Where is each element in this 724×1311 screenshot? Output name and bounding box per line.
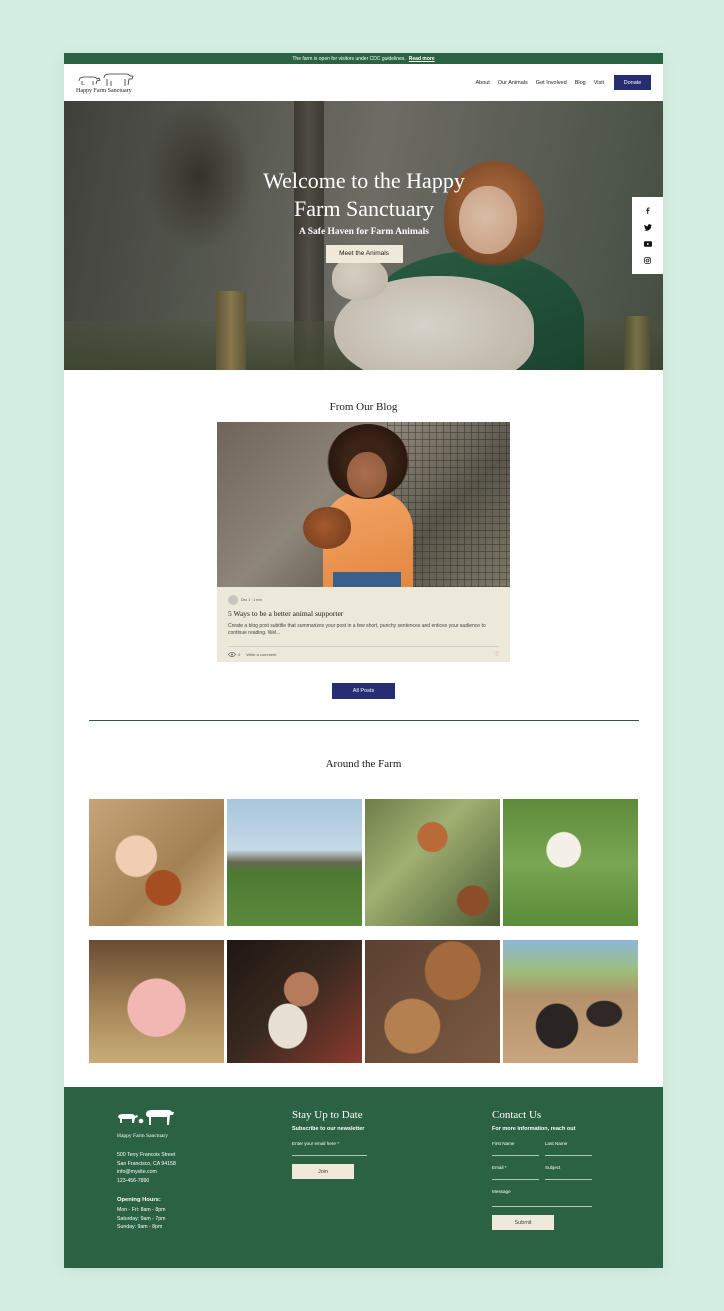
nav-blog[interactable]: Blog [575,80,586,86]
newsletter-column: Stay Up to Date Subscribe to our newslet… [292,1109,367,1179]
nav-visit[interactable]: Visit [594,80,604,86]
join-button[interactable]: Join [292,1164,354,1179]
last-name-input[interactable] [545,1155,592,1156]
gallery-image-girl-with-hen[interactable] [89,799,224,926]
facebook-icon[interactable] [644,207,651,214]
views-eye-icon [228,652,236,657]
hours-weekdays: Mon - Fri: 8am - 8pm [117,1207,166,1213]
twitter-icon[interactable] [643,224,652,231]
gallery-image-cow-and-calf[interactable] [365,940,500,1063]
hero-subtitle: A Safe Haven for Farm Animals [299,227,429,237]
hero-section: Welcome to the Happy Farm Sanctuary A Sa… [64,101,663,370]
gallery-image-pig[interactable] [89,940,224,1063]
author-row: Dec 1 · 1 min [228,595,499,605]
site-header: Happy Farm Sanctuary About Our Animals G… [64,64,663,101]
hero-title-line2: Farm Sanctuary [294,196,434,221]
newsletter-email-input[interactable] [292,1155,367,1156]
gallery-image-pigs-resting[interactable] [503,940,638,1063]
message-label: Message [492,1189,511,1194]
newsletter-email-label: Enter your email here * [292,1141,339,1146]
site-footer: Happy Farm Sanctuary 500 Terry Francois … [64,1087,663,1268]
youtube-icon[interactable] [643,241,652,247]
announcement-bar: The farm is open for visitors under CDC … [64,53,663,64]
announcement-text: The farm is open for visitors under CDC … [292,55,406,62]
nav-about[interactable]: About [475,80,489,86]
email-input[interactable] [492,1179,539,1180]
footer-city: San Francisco, CA 94158 [117,1160,176,1167]
hero-title: Welcome to the Happy Farm Sanctuary [219,167,509,223]
footer-phone: 123-456-7890 [117,1177,150,1184]
gallery-image-leaping-lamb[interactable] [503,799,638,926]
blog-image-jeans [333,572,401,587]
blog-post-image[interactable] [217,422,510,587]
farm-section-title: Around the Farm [325,758,402,770]
author-avatar[interactable] [228,595,238,605]
donate-button[interactable]: Donate [614,75,651,90]
footer-email-link[interactable]: info@mysite.com [117,1168,176,1177]
gallery-image-hens-on-fence[interactable] [365,799,500,926]
opening-hours-title: Opening Hours: [117,1197,161,1203]
site-page: The farm is open for visitors under CDC … [64,53,663,1268]
gallery-image-horse-in-field[interactable] [227,799,362,926]
blog-post-body: Dec 1 · 1 min 5 Ways to be a better anim… [217,587,510,662]
footer-info-column: Happy Farm Sanctuary 500 Terry Francois … [117,1109,176,1232]
section-divider [89,720,639,721]
nav-get-involved[interactable]: Get Involved [536,80,567,86]
blog-section-title: From Our Blog [329,401,398,413]
post-footer: 0 Write a comment ♡ [228,646,499,658]
contact-column: Contact Us For more information, reach o… [492,1109,592,1230]
first-name-input[interactable] [492,1155,539,1156]
all-posts-button[interactable]: All Posts [332,683,395,699]
footer-address: 500 Terry Francois Street San Francisco,… [117,1151,176,1185]
post-meta: Dec 1 · 1 min [241,598,262,602]
nav-our-animals[interactable]: Our Animals [498,80,528,86]
views-count: 0 [238,652,241,657]
social-bar [632,197,663,274]
footer-street: 500 Terry Francois Street [117,1152,176,1158]
blog-post-card[interactable]: Dec 1 · 1 min 5 Ways to be a better anim… [217,422,510,662]
post-excerpt: Create a blog post subtitle that summari… [228,623,486,636]
subject-field: Subject [545,1156,592,1180]
hero-title-line1: Welcome to the Happy [263,168,465,193]
like-heart-icon[interactable]: ♡ [494,651,499,658]
message-input[interactable] [492,1206,592,1207]
main-nav: About Our Animals Get Involved Blog Visi… [467,75,651,90]
meet-the-animals-button[interactable]: Meet the Animals [325,245,403,263]
write-comment-link[interactable]: Write a comment [246,652,276,657]
last-name-label: Last Name [545,1141,568,1146]
submit-button[interactable]: Submit [492,1215,554,1230]
newsletter-title: Stay Up to Date [292,1109,363,1121]
hours-saturday: Saturday: 9am - 7pm [117,1215,166,1222]
blog-image-face [347,452,387,498]
instagram-icon[interactable] [644,257,651,264]
post-title[interactable]: 5 Ways to be a better animal supporter [228,609,499,618]
footer-logo-text: Happy Farm Sanctuary [117,1133,169,1139]
announcement-read-more-link[interactable]: Read more [409,56,435,62]
footer-farm-animals-logo-icon [118,1110,174,1125]
contact-form-grid: First Name Last Name Email * Subject [492,1132,592,1180]
last-name-field: Last Name [545,1132,592,1156]
subject-label: Subject [545,1165,561,1170]
site-logo[interactable]: Happy Farm Sanctuary [76,72,134,94]
first-name-field: First Name [492,1132,545,1156]
farm-gallery [89,799,639,1063]
contact-title: Contact Us [492,1109,542,1121]
blog-image-hen [303,507,351,549]
email-field: Email * [492,1156,545,1180]
logo-text: Happy Farm Sanctuary [76,87,132,94]
hero-text: Welcome to the Happy Farm Sanctuary A Sa… [219,167,509,263]
email-label: Email * [492,1165,507,1170]
farm-animals-logo-icon [78,73,134,86]
subject-input[interactable] [545,1179,592,1180]
opening-hours: Mon - Fri: 8am - 8pm Saturday: 9am - 7pm… [117,1206,176,1232]
first-name-label: First Name [492,1141,515,1146]
hours-sunday: Sunday: 9am - 8pm [117,1224,163,1230]
gallery-image-man-hugging-lamb[interactable] [227,940,362,1063]
newsletter-subtitle: Subscribe to our newsletter [292,1126,365,1132]
